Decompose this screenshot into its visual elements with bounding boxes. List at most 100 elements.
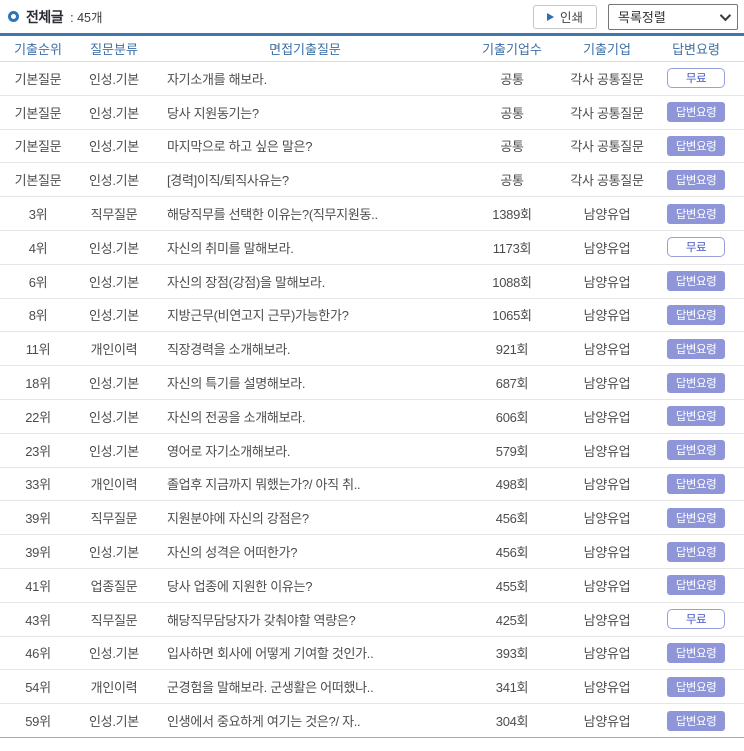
cell-category: 개인이력	[76, 474, 152, 493]
cell-rank: 33위	[0, 474, 76, 493]
table-row: 59위인성.기본인생에서 중요하게 여기는 것은?/ 자..304회남양유업답변…	[0, 704, 744, 738]
cell-count: 1389회	[458, 204, 566, 223]
table-row: 기본질문인성.기본자기소개를 해보라.공통각사 공통질문무료	[0, 62, 744, 96]
print-button[interactable]: 인쇄	[533, 5, 597, 29]
cell-action: 답변요령	[648, 373, 744, 393]
answer-tips-button[interactable]: 답변요령	[667, 508, 725, 528]
cell-company: 남양유업	[566, 272, 648, 291]
cell-question[interactable]: 지원분야에 자신의 강점은?	[152, 508, 458, 527]
cell-question[interactable]: 자신의 성격은 어떠한가?	[152, 542, 458, 561]
sort-dropdown[interactable]: 목록정렬	[608, 4, 738, 30]
cell-company: 남양유업	[566, 305, 648, 324]
cell-category: 인성.기본	[76, 103, 152, 122]
answer-tips-button[interactable]: 답변요령	[667, 474, 725, 494]
answer-tips-button[interactable]: 답변요령	[667, 373, 725, 393]
answer-tips-button[interactable]: 답변요령	[667, 305, 725, 325]
cell-question[interactable]: 자신의 장점(강점)을 말해보라.	[152, 272, 458, 291]
cell-count: 341회	[458, 677, 566, 696]
total-posts-label: 전체글	[26, 7, 63, 27]
cell-company: 남양유업	[566, 407, 648, 426]
cell-company: 남양유업	[566, 474, 648, 493]
header-company: 기출기업	[566, 39, 648, 58]
table-row: 18위인성.기본자신의 특기를 설명해보라.687회남양유업답변요령	[0, 366, 744, 400]
cell-action: 답변요령	[648, 305, 744, 325]
cell-rank: 23위	[0, 441, 76, 460]
table-row: 11위개인이력직장경력을 소개해보라.921회남양유업답변요령	[0, 332, 744, 366]
cell-count: 425회	[458, 610, 566, 629]
cell-question[interactable]: 직장경력을 소개해보라.	[152, 339, 458, 358]
cell-question[interactable]: 입사하면 회사에 어떻게 기여할 것인가..	[152, 643, 458, 662]
cell-count: 921회	[458, 339, 566, 358]
print-button-label: 인쇄	[560, 7, 583, 26]
cell-company: 각사 공통질문	[566, 136, 648, 155]
cell-question[interactable]: 해당직무를 선택한 이유는?(직무지원동..	[152, 204, 458, 223]
cell-category: 직무질문	[76, 508, 152, 527]
answer-tips-button[interactable]: 답변요령	[667, 271, 725, 291]
answer-tips-button[interactable]: 답변요령	[667, 711, 725, 731]
cell-question[interactable]: 영어로 자기소개해보라.	[152, 441, 458, 460]
cell-action: 답변요령	[648, 406, 744, 426]
cell-action: 무료	[648, 68, 744, 88]
cell-question[interactable]: 당사 지원동기는?	[152, 103, 458, 122]
cell-count: 456회	[458, 542, 566, 561]
cell-question[interactable]: 자기소개를 해보라.	[152, 69, 458, 88]
answer-tips-button[interactable]: 답변요령	[667, 542, 725, 562]
cell-category: 직무질문	[76, 204, 152, 223]
table-row: 기본질문인성.기본당사 지원동기는?공통각사 공통질문답변요령	[0, 96, 744, 130]
cell-count: 1065회	[458, 305, 566, 324]
cell-category: 인성.기본	[76, 711, 152, 730]
table-row: 3위직무질문해당직무를 선택한 이유는?(직무지원동..1389회남양유업답변요…	[0, 197, 744, 231]
cell-question[interactable]: 지방근무(비연고지 근무)가능한가?	[152, 305, 458, 324]
cell-question[interactable]: 당사 업종에 지원한 이유는?	[152, 576, 458, 595]
free-button[interactable]: 무료	[667, 68, 725, 88]
free-button[interactable]: 무료	[667, 609, 725, 629]
answer-tips-button[interactable]: 답변요령	[667, 339, 725, 359]
answer-tips-button[interactable]: 답변요령	[667, 406, 725, 426]
table-row: 54위개인이력군경험을 말해보라. 군생활은 어떠했나..341회남양유업답변요…	[0, 670, 744, 704]
cell-question[interactable]: 자신의 전공을 소개해보라.	[152, 407, 458, 426]
answer-tips-button[interactable]: 답변요령	[667, 204, 725, 224]
cell-count: 1088회	[458, 272, 566, 291]
cell-question[interactable]: 졸업후 지금까지 뭐했는가?/ 아직 취..	[152, 474, 458, 493]
cell-count: 498회	[458, 474, 566, 493]
answer-tips-button[interactable]: 답변요령	[667, 136, 725, 156]
answer-tips-button[interactable]: 답변요령	[667, 575, 725, 595]
cell-company: 남양유업	[566, 576, 648, 595]
cell-count: 공통	[458, 170, 566, 189]
cell-count: 393회	[458, 643, 566, 662]
cell-question[interactable]: 자신의 취미를 말해보라.	[152, 238, 458, 257]
cell-question[interactable]: 군경험을 말해보라. 군생활은 어떠했나..	[152, 677, 458, 696]
cell-question[interactable]: 해당직무담당자가 갖춰야할 역량은?	[152, 610, 458, 629]
answer-tips-button[interactable]: 답변요령	[667, 643, 725, 663]
answer-tips-button[interactable]: 답변요령	[667, 170, 725, 190]
free-button[interactable]: 무료	[667, 237, 725, 257]
cell-rank: 8위	[0, 305, 76, 324]
table-row: 39위직무질문지원분야에 자신의 강점은?456회남양유업답변요령	[0, 501, 744, 535]
cell-count: 공통	[458, 136, 566, 155]
cell-company: 각사 공통질문	[566, 103, 648, 122]
play-icon	[547, 13, 554, 21]
cell-question[interactable]: 마지막으로 하고 싶은 말은?	[152, 136, 458, 155]
sort-dropdown-label: 목록정렬	[618, 7, 666, 26]
bullet-icon	[8, 11, 19, 22]
cell-category: 인성.기본	[76, 136, 152, 155]
cell-action: 답변요령	[648, 102, 744, 122]
answer-tips-button[interactable]: 답변요령	[667, 677, 725, 697]
table-row: 23위인성.기본영어로 자기소개해보라.579회남양유업답변요령	[0, 434, 744, 468]
cell-question[interactable]: [경력]이직/퇴직사유는?	[152, 170, 458, 189]
cell-action: 답변요령	[648, 271, 744, 291]
cell-question[interactable]: 자신의 특기를 설명해보라.	[152, 373, 458, 392]
cell-count: 304회	[458, 711, 566, 730]
cell-rank: 22위	[0, 407, 76, 426]
table-row: 8위인성.기본지방근무(비연고지 근무)가능한가?1065회남양유업 답변요령	[0, 299, 744, 333]
cell-action: 답변요령	[648, 711, 744, 731]
answer-tips-button[interactable]: 답변요령	[667, 102, 725, 122]
cell-category: 직무질문	[76, 610, 152, 629]
cell-question[interactable]: 인생에서 중요하게 여기는 것은?/ 자..	[152, 711, 458, 730]
answer-tips-button[interactable]: 답변요령	[667, 440, 725, 460]
cell-company: 남양유업	[566, 204, 648, 223]
table-row: 41위업종질문당사 업종에 지원한 이유는?455회남양유업답변요령	[0, 569, 744, 603]
header-question: 면접기출질문	[152, 39, 458, 58]
cell-category: 인성.기본	[76, 305, 152, 324]
cell-category: 인성.기본	[76, 69, 152, 88]
